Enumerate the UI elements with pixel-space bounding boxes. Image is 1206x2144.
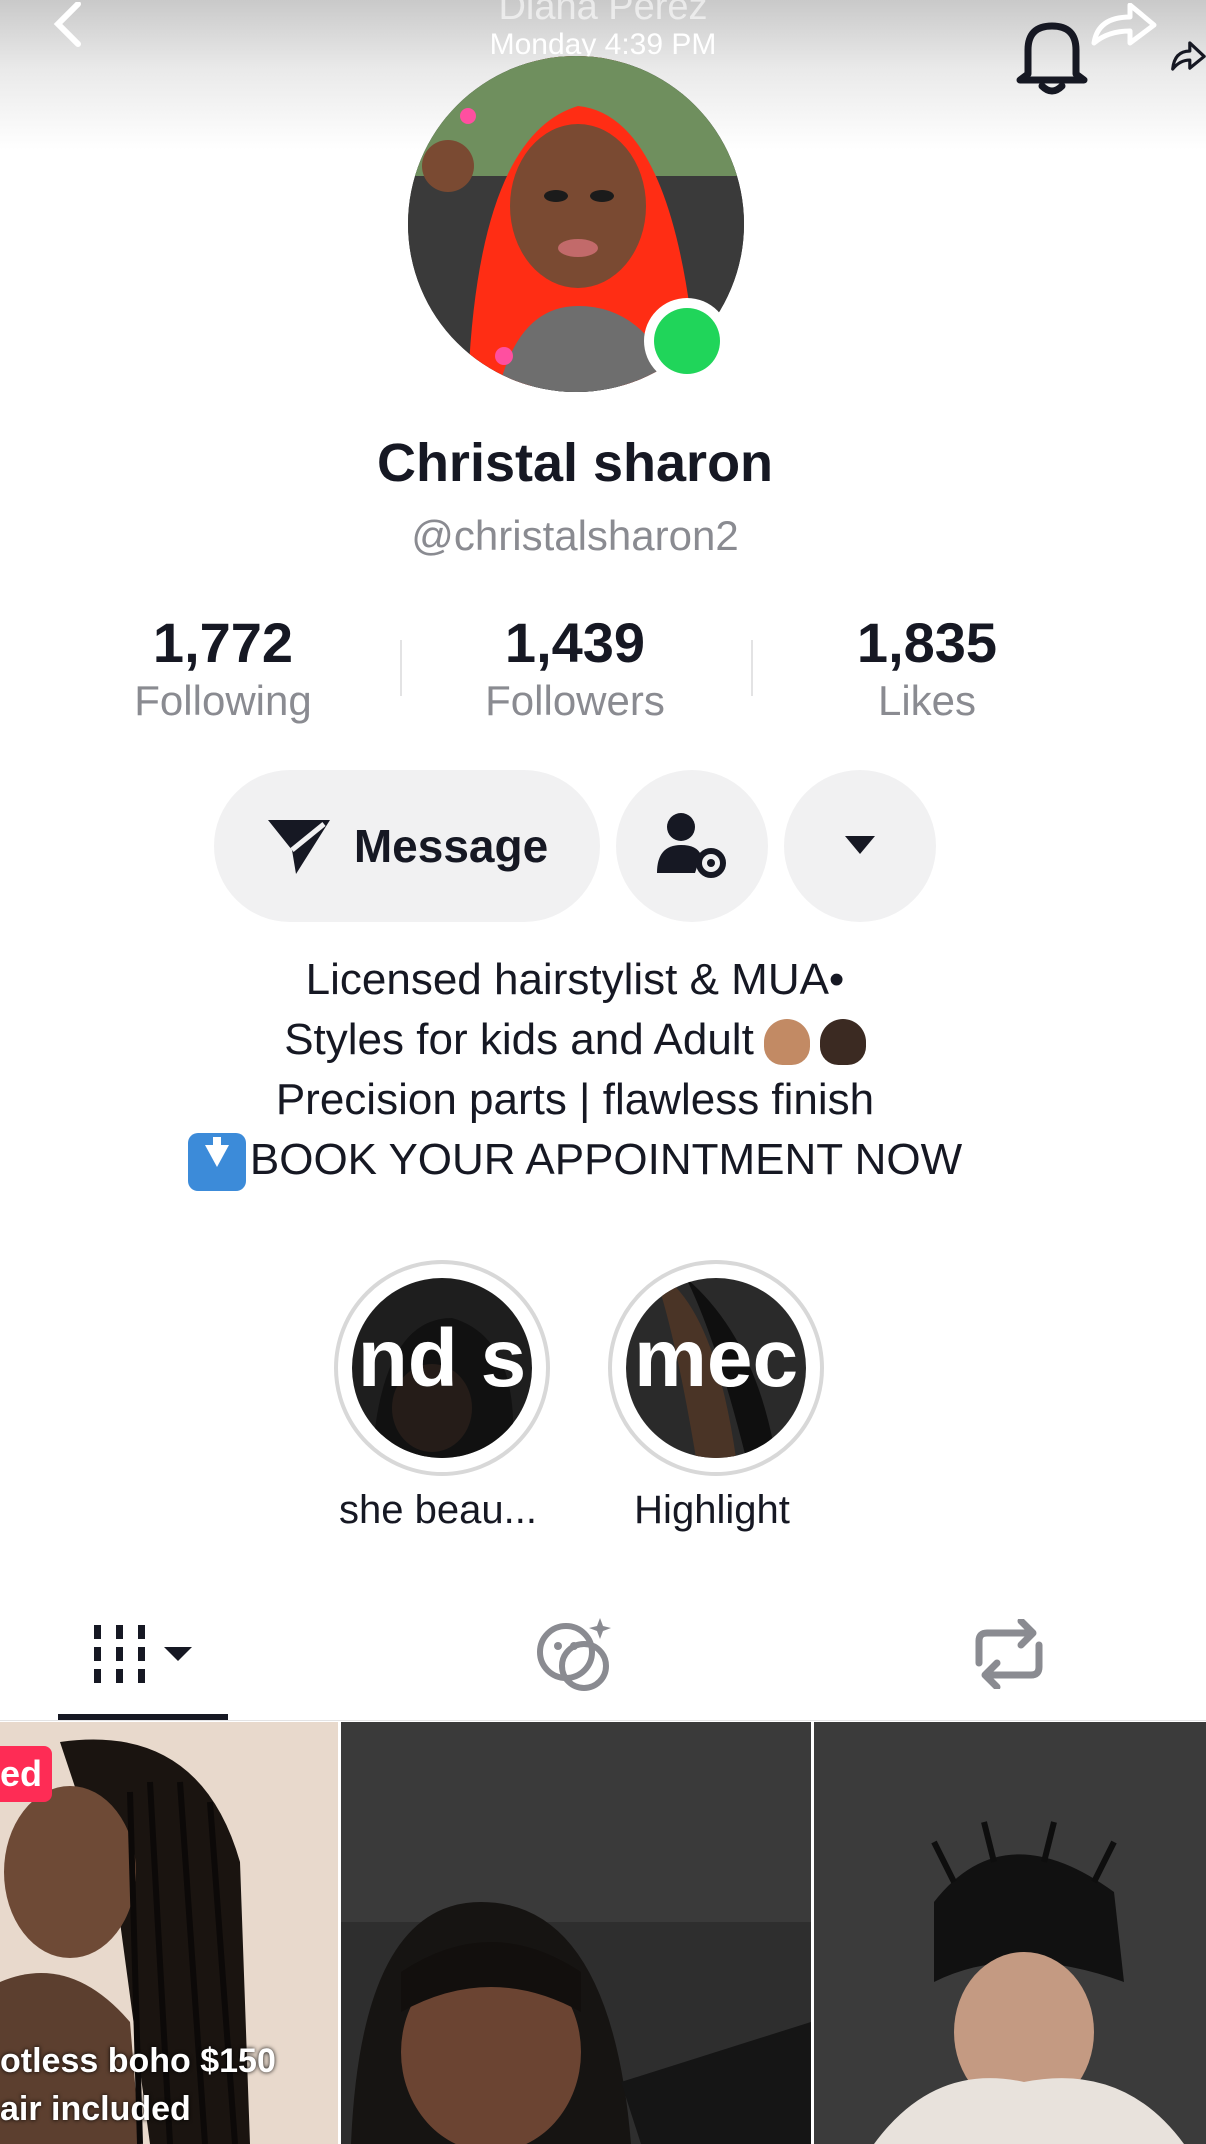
pinned-badge: ed: [0, 1746, 53, 1802]
profile-handle: @christalsharon2: [411, 512, 739, 559]
add-friend-button[interactable]: [616, 770, 768, 922]
stat-likes[interactable]: 1,835 Likes: [777, 610, 1077, 725]
person-gear-icon: [657, 813, 726, 878]
highlight-label: Highlight: [634, 1488, 790, 1532]
highlight-thumbnail: nd s: [352, 1278, 532, 1458]
send-icon: [267, 820, 330, 874]
bio-line-4-text: BOOK YOUR APPOINTMENT NOW: [249, 1135, 963, 1184]
highlight-label: she beau...: [339, 1488, 537, 1532]
more-options-button[interactable]: [784, 770, 936, 922]
video-caption-line-1: otless boho $150: [0, 2042, 276, 2080]
message-button[interactable]: Message: [214, 770, 600, 922]
tab-reposts-arrows[interactable]: [964, 1614, 1054, 1694]
stat-following-value: 1,772: [152, 611, 294, 674]
online-status-dot: [654, 308, 720, 374]
back-icon[interactable]: [38, 0, 98, 50]
stat-following-label: Following: [134, 677, 312, 724]
stat-followers[interactable]: 1,439 Followers: [425, 610, 725, 725]
stat-following[interactable]: 1,772 Following: [73, 610, 373, 725]
bio-line-2-text: Styles for kids and Adult: [284, 1015, 754, 1064]
video-thumbnail[interactable]: [341, 1722, 811, 2144]
down-arrow-emoji-icon: [187, 1133, 246, 1192]
tab-reposts[interactable]: [530, 1614, 620, 1694]
profile-bio: Licensed hairstylist & MUA• Styles for k…: [0, 950, 1150, 1192]
bell-icon[interactable]: [1010, 14, 1094, 98]
bio-line-1: Licensed hairstylist & MUA•: [305, 955, 845, 1004]
highlight-item[interactable]: mec: [608, 1260, 824, 1476]
reposts-face-icon: [537, 1618, 611, 1691]
highlight-overlay-text: mec: [634, 1313, 798, 1404]
share-icon[interactable]: [1148, 16, 1206, 96]
person-bowing-emoji-icon: [763, 1019, 810, 1066]
tab-videos[interactable]: [58, 1620, 228, 1690]
stat-divider: [751, 640, 753, 696]
repost-arrows-icon: [975, 1619, 1043, 1689]
person-emoji-icon: [819, 1019, 866, 1066]
video-thumbnail[interactable]: ed otless boho $150 air included: [0, 1722, 338, 2144]
highlight-thumbnail: mec: [626, 1278, 806, 1458]
video-caption-line-2: air included: [0, 2090, 191, 2128]
profile-name: Christal sharon: [376, 433, 774, 493]
stat-divider: [400, 640, 402, 696]
bio-line-4: BOOK YOUR APPOINTMENT NOW: [0, 1130, 1150, 1192]
stat-likes-value: 1,835: [856, 611, 998, 674]
tab-divider: [0, 1720, 1206, 1721]
caret-down-icon: [845, 836, 875, 854]
videos-grid-icon: [94, 1625, 192, 1683]
message-button-label: Message: [353, 820, 549, 872]
bio-line-2: Styles for kids and Adult: [0, 1010, 1150, 1070]
video-thumbnail[interactable]: [814, 1722, 1206, 2144]
bio-line-3: Precision parts | flawless finish: [275, 1075, 875, 1124]
highlight-item[interactable]: nd s: [334, 1260, 550, 1476]
stat-followers-value: 1,439: [504, 611, 646, 674]
stat-likes-label: Likes: [877, 677, 977, 724]
highlight-overlay-text: nd s: [358, 1313, 527, 1404]
stat-followers-label: Followers: [485, 677, 665, 724]
